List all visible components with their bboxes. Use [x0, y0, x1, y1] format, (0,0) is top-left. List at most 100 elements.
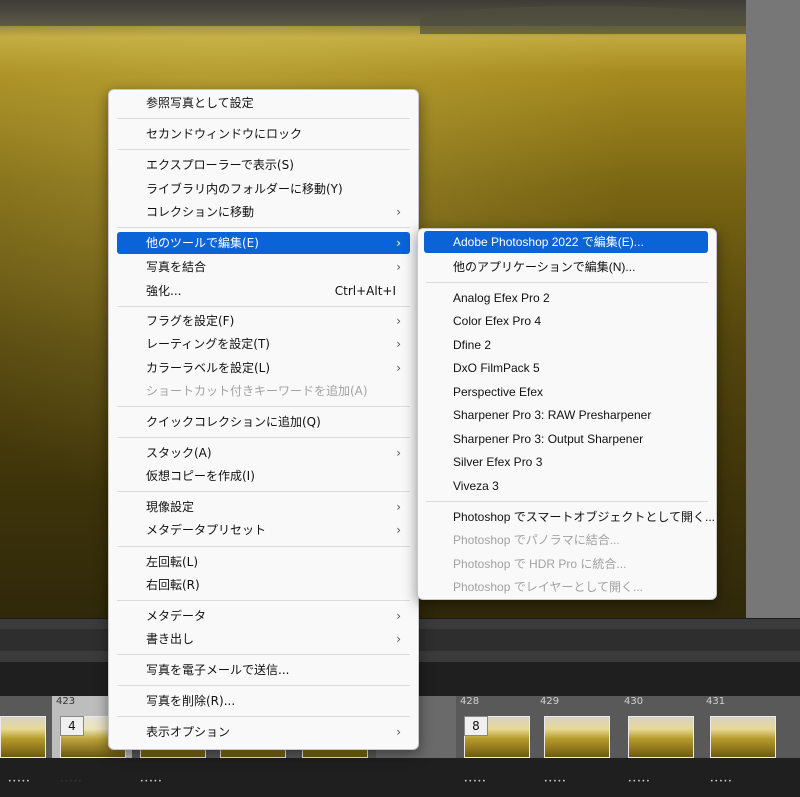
rating-stars: ••••• [628, 778, 651, 785]
menu-item-label: 左回転(L) [146, 555, 199, 569]
submenu-item-analog-efex[interactable]: Analog Efex Pro 2 [424, 287, 708, 309]
menu-item-show-in-explorer[interactable]: エクスプローラーで表示(S) [117, 154, 410, 176]
submenu-item-silver-efex[interactable]: Silver Efex Pro 3 [424, 451, 708, 473]
submenu-item-other-app[interactable]: 他のアプリケーションで編集(N)... [424, 256, 708, 278]
menu-separator [117, 654, 410, 655]
menu-item-add-quick-collection[interactable]: クイックコレクションに追加(Q) [117, 411, 410, 433]
chevron-right-icon: › [396, 260, 401, 274]
menu-item-enhance[interactable]: 強化... Ctrl+Alt+I [117, 280, 410, 302]
menu-item-metadata[interactable]: メタデータ › [117, 605, 410, 627]
menu-separator [426, 501, 708, 502]
film-cell-1[interactable]: ••••• [0, 696, 53, 785]
film-cell-429[interactable]: 429 ••••• [536, 696, 621, 785]
submenu-item-label: Sharpener Pro 3: RAW Presharpener [453, 408, 652, 422]
submenu-item-label: Silver Efex Pro 3 [453, 455, 543, 469]
menu-item-label: セカンドウィンドウにロック [146, 127, 303, 141]
menu-item-export[interactable]: 書き出し › [117, 628, 410, 650]
menu-item-edit-in[interactable]: 他のツールで編集(E) › [117, 232, 410, 254]
photo-number: 428 [460, 696, 480, 707]
photo-number: 430 [624, 696, 644, 707]
stack-badge[interactable]: 4 [60, 716, 84, 736]
film-cell-428[interactable]: 428 8 ••••• [456, 696, 537, 785]
submenu-item-sharpener-output[interactable]: Sharpener Pro 3: Output Sharpener [424, 428, 708, 450]
menu-item-create-virtual-copy[interactable]: 仮想コピーを作成(I) [117, 465, 410, 487]
menu-separator [117, 406, 410, 407]
menu-item-label: エクスプローラーで表示(S) [146, 158, 294, 172]
menu-item-go-to-folder[interactable]: ライブラリ内のフォルダーに移動(Y) [117, 178, 410, 200]
submenu-item-sharpener-raw[interactable]: Sharpener Pro 3: RAW Presharpener [424, 404, 708, 426]
menu-item-label: スタック(A) [146, 446, 212, 460]
menu-item-label: 写真を結合 [146, 260, 207, 274]
menu-item-label: 右回転(R) [146, 578, 200, 592]
film-cell-11[interactable] [786, 696, 800, 758]
menu-separator [117, 149, 410, 150]
submenu-item-label: Analog Efex Pro 2 [453, 291, 550, 305]
menu-item-stack[interactable]: スタック(A) › [117, 442, 410, 464]
rating-stars: ••••• [8, 778, 31, 785]
submenu-item-perspective-efex[interactable]: Perspective Efex [424, 381, 708, 403]
menu-item-set-rating[interactable]: レーティングを設定(T) › [117, 333, 410, 355]
menu-separator [117, 118, 410, 119]
menu-separator [117, 546, 410, 547]
menu-item-label: 表示オプション [146, 725, 231, 739]
menu-item-set-color-label[interactable]: カラーラベルを設定(L) › [117, 357, 410, 379]
menu-item-label: レーティングを設定(T) [146, 337, 270, 351]
chevron-right-icon: › [396, 725, 401, 739]
submenu-item-color-efex[interactable]: Color Efex Pro 4 [424, 310, 708, 332]
submenu-item-viveza[interactable]: Viveza 3 [424, 475, 708, 497]
film-cell-430[interactable]: 430 ••••• [620, 696, 703, 785]
menu-item-email-photo[interactable]: 写真を電子メールで送信... [117, 659, 410, 681]
submenu-item-label: DxO FilmPack 5 [453, 361, 540, 375]
rating-stars: ••••• [710, 778, 733, 785]
rating-stars: ••••• [544, 778, 567, 785]
menu-item-photo-merge[interactable]: 写真を結合 › [117, 256, 410, 278]
menu-separator [117, 716, 410, 717]
menu-item-set-reference[interactable]: 参照写真として設定 [117, 92, 410, 114]
submenu-item-label: Photoshop でレイヤーとして開く... [453, 580, 643, 594]
menu-item-metadata-presets[interactable]: メタデータプリセット › [117, 519, 410, 541]
film-cell-431[interactable]: 431 ••••• [702, 696, 787, 785]
submenu-item-layers: Photoshop でレイヤーとして開く... [424, 576, 708, 598]
photo-number: 423 [56, 696, 76, 707]
rating-stars: ••••• [140, 778, 163, 785]
thumbnail[interactable] [0, 716, 46, 758]
menu-separator [117, 306, 410, 307]
chevron-right-icon: › [396, 236, 401, 250]
menu-item-label: 写真を電子メールで送信... [146, 663, 290, 677]
thumbnail[interactable] [628, 716, 694, 758]
menu-item-view-options[interactable]: 表示オプション › [117, 721, 410, 743]
photo-number: 429 [540, 696, 560, 707]
stack-badge[interactable]: 8 [464, 716, 488, 736]
shortcut-label: Ctrl+Alt+I [334, 284, 396, 298]
menu-item-delete-photo[interactable]: 写真を削除(R)... [117, 690, 410, 712]
submenu-item-dxo-filmpack[interactable]: DxO FilmPack 5 [424, 357, 708, 379]
chevron-right-icon: › [396, 314, 401, 328]
menu-item-lock-second-window[interactable]: セカンドウィンドウにロック [117, 123, 410, 145]
menu-item-label: メタデータ [146, 609, 207, 623]
menu-item-rotate-right[interactable]: 右回転(R) [117, 574, 410, 596]
chevron-right-icon: › [396, 337, 401, 351]
menu-separator [426, 282, 708, 283]
menu-item-develop-settings[interactable]: 現像設定 › [117, 496, 410, 518]
submenu-item-photoshop[interactable]: Adobe Photoshop 2022 で編集(E)... [424, 231, 708, 253]
menu-item-label: メタデータプリセット [146, 523, 267, 537]
menu-item-set-flag[interactable]: フラグを設定(F) › [117, 310, 410, 332]
menu-item-go-to-collection[interactable]: コレクションに移動 › [117, 201, 410, 223]
submenu-item-label: Adobe Photoshop 2022 で編集(E)... [453, 235, 644, 249]
menu-separator [117, 227, 410, 228]
menu-item-label: コレクションに移動 [146, 205, 255, 219]
menu-item-rotate-left[interactable]: 左回転(L) [117, 551, 410, 573]
submenu-item-smart-object[interactable]: Photoshop でスマートオブジェクトとして開く... [424, 506, 715, 528]
submenu-item-dfine[interactable]: Dfine 2 [424, 334, 708, 356]
rating-stars: ••••• [464, 778, 487, 785]
thumbnail[interactable] [544, 716, 610, 758]
menu-item-label: 他のツールで編集(E) [146, 236, 259, 250]
thumbnail[interactable] [710, 716, 776, 758]
menu-separator [117, 600, 410, 601]
right-gutter [746, 0, 800, 618]
menu-item-label: カラーラベルを設定(L) [146, 361, 271, 375]
menu-separator [117, 685, 410, 686]
submenu-item-label: Perspective Efex [453, 385, 544, 399]
menu-item-label: フラグを設定(F) [146, 314, 235, 328]
submenu-item-label: Sharpener Pro 3: Output Sharpener [453, 432, 644, 446]
